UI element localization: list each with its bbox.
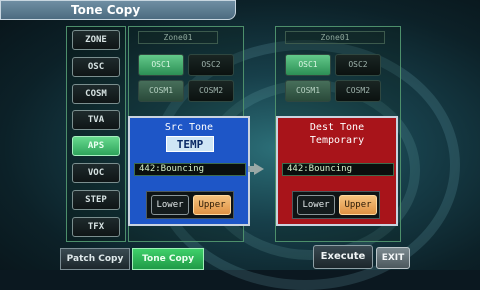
sidebar-item-tva[interactable]: TVA (72, 110, 120, 130)
copy-arrow-icon (254, 163, 264, 175)
source-patch-name: 442:Bouncing (134, 163, 246, 176)
source-tone-box: Src Tone TEMP 442:Bouncing Lower Upper (128, 116, 250, 226)
dest-tone-box: Dest Tone Temporary 442:Bouncing Lower U… (276, 116, 398, 226)
source-lower-upper-group: Lower Upper (146, 191, 234, 219)
source-zone-label: Zone01 (138, 31, 218, 44)
dest-tone-heading: Dest Tone (309, 122, 365, 133)
title-bar: Tone Copy (0, 0, 236, 20)
tone-copy-tab[interactable]: Tone Copy (132, 248, 204, 270)
dest-cosm2-button[interactable]: COSM2 (335, 80, 381, 102)
source-cosm1-button[interactable]: COSM1 (138, 80, 184, 102)
dest-patch-name: 442:Bouncing (282, 163, 394, 176)
source-osc2-button[interactable]: OSC2 (188, 54, 234, 76)
source-lower-button[interactable]: Lower (151, 195, 189, 215)
execute-button[interactable]: Execute (313, 245, 373, 269)
sidebar-item-zone[interactable]: ZONE (72, 30, 120, 50)
dest-upper-button[interactable]: Upper (339, 195, 377, 215)
source-osc1-button[interactable]: OSC1 (138, 54, 184, 76)
sidebar-item-cosm[interactable]: COSM (72, 84, 120, 104)
source-tone-name: TEMP (166, 136, 214, 152)
sidebar-item-voc[interactable]: VOC (72, 163, 120, 183)
dest-osc2-button[interactable]: OSC2 (335, 54, 381, 76)
sidebar-item-aps[interactable]: APS (72, 136, 120, 156)
source-upper-button[interactable]: Upper (193, 195, 231, 215)
sidebar-item-step[interactable]: STEP (72, 190, 120, 210)
sidebar-item-osc[interactable]: OSC (72, 57, 120, 77)
dest-lower-upper-group: Lower Upper (292, 191, 380, 219)
source-tone-heading: Src Tone (164, 122, 214, 133)
window-title: Tone Copy (71, 3, 141, 17)
dest-cosm1-button[interactable]: COSM1 (285, 80, 331, 102)
dest-tone-name: Temporary (309, 135, 365, 146)
dest-zone-label: Zone01 (285, 31, 385, 44)
patch-copy-tab[interactable]: Patch Copy (60, 248, 130, 270)
exit-button[interactable]: EXIT (376, 247, 410, 269)
source-cosm2-button[interactable]: COSM2 (188, 80, 234, 102)
dest-osc1-button[interactable]: OSC1 (285, 54, 331, 76)
sidebar-item-tfx[interactable]: TFX (72, 217, 120, 237)
dest-lower-button[interactable]: Lower (297, 195, 335, 215)
